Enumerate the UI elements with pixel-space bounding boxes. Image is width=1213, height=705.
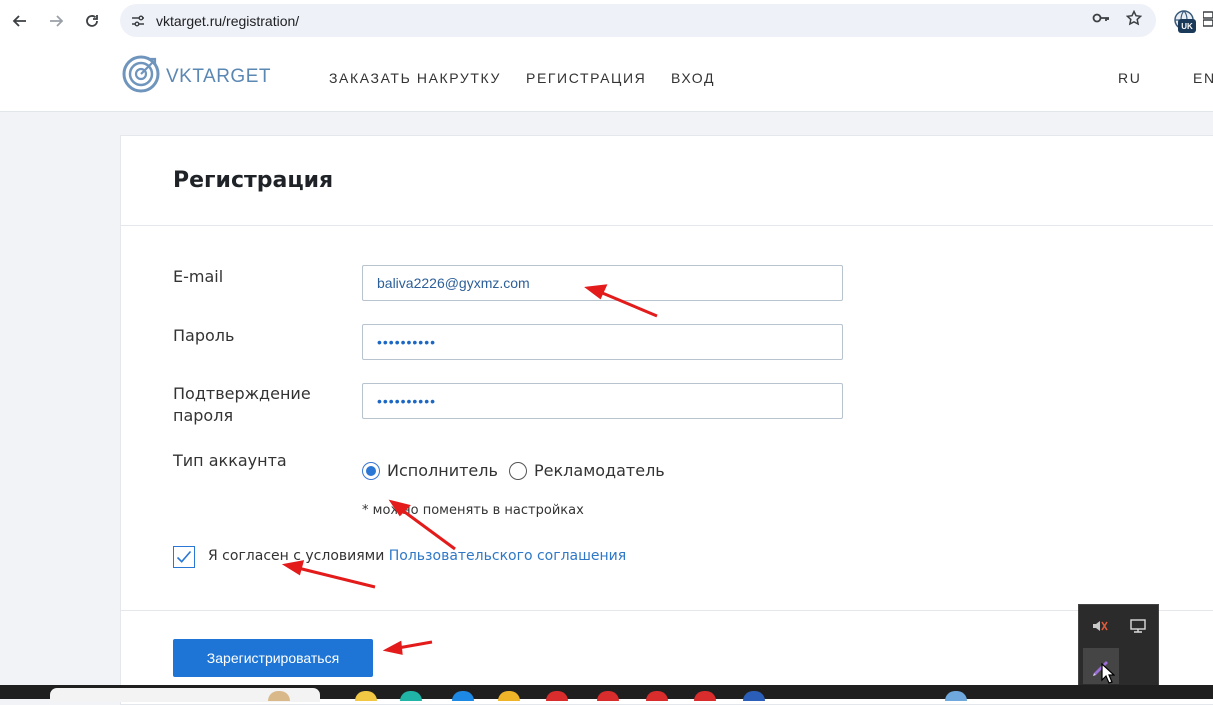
account-type-hint: * можно поменять в настройках [362, 503, 584, 518]
email-field[interactable]: baliva2226@gyxmz.com [362, 265, 843, 301]
password-value: •••••••••• [377, 334, 437, 350]
email-value: baliva2226@gyxmz.com [377, 275, 530, 291]
agree-text: Я согласен с условиями Пользовательского… [208, 548, 626, 564]
nav-order-boost[interactable]: ЗАКАЗАТЬ НАКРУТКУ [329, 70, 501, 86]
mouse-cursor-icon [1101, 663, 1115, 684]
site-header: VKTARGET ЗАКАЗАТЬ НАКРУТКУ РЕГИСТРАЦИЯ В… [0, 42, 1213, 112]
forward-button[interactable] [40, 5, 72, 37]
address-bar[interactable]: vktarget.ru/registration/ [120, 4, 1156, 37]
radio-performer[interactable]: Исполнитель [362, 461, 498, 480]
taskbar-app-icon[interactable] [546, 691, 568, 701]
page-title: Регистрация [173, 168, 334, 193]
password-field[interactable]: •••••••••• [362, 324, 843, 360]
system-tray-popup [1078, 604, 1159, 686]
confirm-password-label: Подтверждение пароля [173, 384, 311, 425]
network-icon[interactable] [1127, 615, 1149, 637]
speaker-icon[interactable] [1089, 615, 1111, 637]
account-type-label: Тип аккаунта [173, 451, 287, 470]
checkmark-icon [176, 550, 192, 563]
taskbar-app-icon[interactable] [743, 691, 765, 701]
radio-performer-label[interactable]: Исполнитель [387, 461, 498, 480]
lang-en[interactable]: EN [1193, 70, 1213, 86]
password-label: Пароль [173, 326, 235, 345]
divider [121, 225, 1213, 226]
url-text[interactable]: vktarget.ru/registration/ [156, 13, 299, 29]
email-label: E-mail [173, 267, 224, 286]
nav-registration[interactable]: РЕГИСТРАЦИЯ [526, 70, 646, 86]
radio-selected-dot [366, 465, 376, 476]
reload-icon [86, 15, 98, 27]
user-agreement-link[interactable]: Пользовательского соглашения [389, 548, 626, 564]
agree-label: Я согласен с условиями [208, 548, 385, 564]
back-button[interactable] [4, 5, 36, 37]
arrow-right-icon [50, 15, 64, 27]
radio-advertiser-label[interactable]: Рекламодатель [534, 461, 665, 480]
taskbar [0, 685, 1213, 702]
site-settings-icon[interactable] [130, 13, 146, 29]
taskbar-app-icon[interactable] [694, 691, 716, 701]
logo-text[interactable]: VKTARGET [166, 66, 271, 88]
radio-advertiser[interactable]: Рекламодатель [509, 461, 665, 480]
register-button[interactable]: Зарегистрироваться [173, 639, 373, 677]
taskbar-app-icon[interactable] [400, 691, 422, 701]
taskbar-app-icon[interactable] [498, 691, 520, 701]
taskbar-app-icon[interactable] [452, 691, 474, 701]
reload-button[interactable] [76, 5, 108, 37]
nav-login[interactable]: ВХОД [671, 70, 715, 86]
arrow-left-icon [12, 15, 26, 27]
taskbar-app-icon[interactable] [355, 691, 377, 701]
taskbar-app-icon[interactable] [945, 691, 967, 701]
taskbar-app-icon[interactable] [646, 691, 668, 701]
browser-toolbar: vktarget.ru/registration/ UK [0, 0, 1213, 42]
confirm-password-field[interactable]: •••••••••• [362, 383, 843, 419]
agree-checkbox[interactable] [173, 546, 195, 568]
taskbar-app-icon[interactable] [597, 691, 619, 701]
radio-advertiser-button[interactable] [509, 461, 527, 480]
password-key-icon[interactable] [1092, 10, 1110, 30]
extension-puzzle-icon[interactable] [1202, 10, 1213, 33]
divider [121, 610, 1213, 611]
bookmark-star-icon[interactable] [1125, 9, 1143, 30]
radio-performer-button[interactable] [362, 461, 380, 480]
vktarget-logo-icon[interactable] [121, 54, 161, 94]
lang-ru[interactable]: RU [1118, 70, 1141, 86]
confirm-password-value: •••••••••• [377, 393, 437, 409]
extension-badge: UK [1178, 19, 1196, 33]
registration-card: Регистрация E-mail baliva2226@gyxmz.com … [120, 135, 1213, 705]
